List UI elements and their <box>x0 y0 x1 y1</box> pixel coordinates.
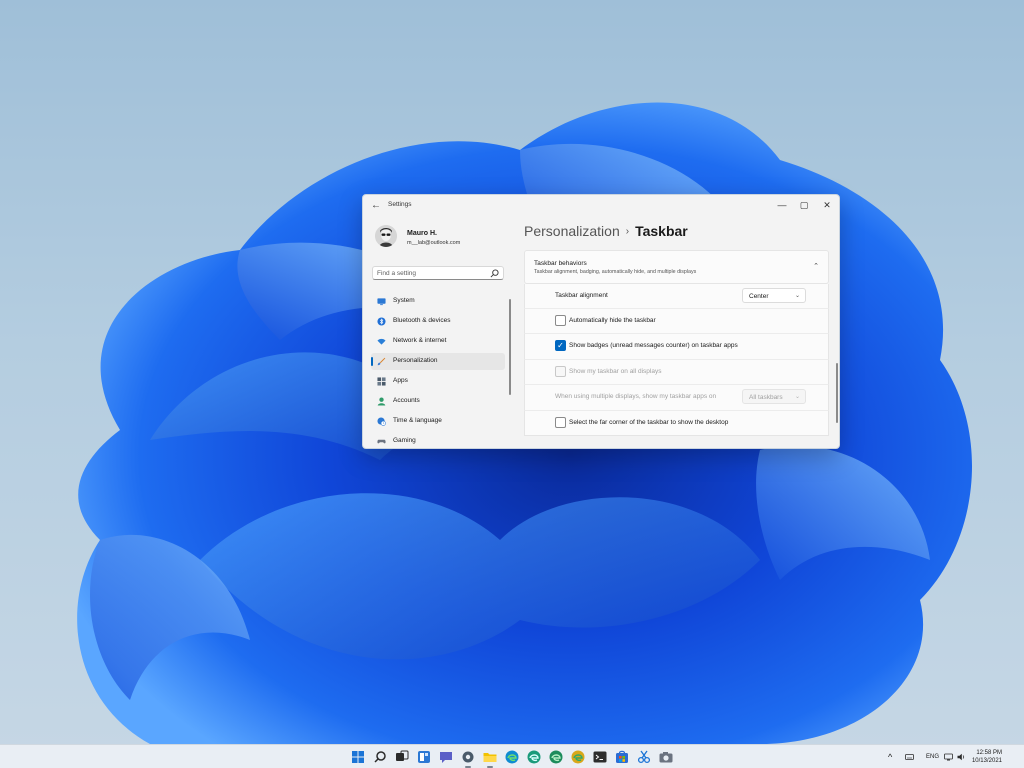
sidebar-item-bluetooth[interactable]: Bluetooth & devices <box>371 313 505 330</box>
title-bar[interactable]: ← Settings — ▢ ✕ <box>363 195 839 217</box>
show-badges-row[interactable]: ✓ Show badges (unread messages counter) … <box>524 334 829 360</box>
language-indicator[interactable]: ENG <box>926 754 939 760</box>
taskbar-alignment-row: Taskbar alignment Center ⌄ <box>524 284 829 309</box>
camera-icon[interactable] <box>658 749 674 765</box>
apps-icon <box>377 377 386 386</box>
taskbar-behaviors-header[interactable]: Taskbar behaviors Taskbar alignment, bad… <box>524 250 829 284</box>
all-displays-label: Show my taskbar on all displays <box>569 368 662 375</box>
widgets-icon[interactable] <box>416 749 432 765</box>
content-scrollbar[interactable] <box>836 363 838 423</box>
sidebar-item-personalization[interactable]: Personalization <box>371 353 505 370</box>
chevron-up-icon[interactable]: ^ <box>888 752 892 762</box>
sidebar-item-label: Network & internet <box>393 337 447 344</box>
edge-dev-icon[interactable] <box>548 749 564 765</box>
auto-hide-row[interactable]: Automatically hide the taskbar <box>524 309 829 334</box>
maximize-button[interactable]: ▢ <box>793 197 815 213</box>
sidebar-scrollbar[interactable] <box>509 299 511 395</box>
sidebar-item-accounts[interactable]: Accounts <box>371 393 505 410</box>
settings-search-box[interactable] <box>372 266 504 280</box>
sidebar-item-apps[interactable]: Apps <box>371 373 505 390</box>
edge-canary-icon[interactable] <box>570 749 586 765</box>
back-arrow-icon[interactable]: ← <box>369 199 383 213</box>
chevron-up-icon[interactable]: ⌃ <box>811 262 821 272</box>
avatar <box>375 225 397 247</box>
sidebar-item-label: Bluetooth & devices <box>393 317 451 324</box>
terminal-icon[interactable] <box>592 749 608 765</box>
sidebar-item-system[interactable]: System <box>371 293 505 310</box>
breadcrumb-separator: › <box>625 226 630 237</box>
globe-clock-icon <box>377 417 386 426</box>
sidebar-item-time-language[interactable]: Time & language <box>371 413 505 430</box>
minimize-button[interactable]: — <box>771 197 793 213</box>
sidebar-item-network[interactable]: Network & internet <box>371 333 505 350</box>
chevron-down-icon: ⌄ <box>794 394 800 400</box>
chat-icon[interactable] <box>438 749 454 765</box>
all-displays-checkbox <box>555 366 566 377</box>
page-title: Taskbar <box>635 223 688 239</box>
search-input[interactable] <box>377 268 487 279</box>
section-subtitle: Taskbar alignment, badging, automaticall… <box>534 269 697 275</box>
settings-icon[interactable] <box>460 749 476 765</box>
person-icon <box>377 397 386 406</box>
sidebar-item-label: Accounts <box>393 397 420 404</box>
far-corner-label: Select the far corner of the taskbar to … <box>569 419 729 426</box>
sidebar-item-label: System <box>393 297 415 304</box>
dropdown-value: All taskbars <box>749 394 783 401</box>
far-corner-row[interactable]: Select the far corner of the taskbar to … <box>524 411 829 436</box>
search-icon[interactable] <box>490 269 499 278</box>
sidebar-item-label: Time & language <box>393 417 442 424</box>
close-button[interactable]: ✕ <box>816 197 838 213</box>
chevron-down-icon: ⌄ <box>794 293 800 299</box>
edge-beta-icon[interactable] <box>526 749 542 765</box>
sidebar-item-label: Personalization <box>393 357 438 364</box>
search-icon[interactable] <box>372 749 388 765</box>
taskbar: ^ ENG 12:58 PM 10/13/2021 <box>0 744 1024 768</box>
settings-window: ← Settings — ▢ ✕ Mauro H. m__lab@outlook… <box>362 194 840 449</box>
monitor-icon <box>377 298 386 306</box>
user-name: Mauro H. <box>407 230 437 237</box>
taskbar-alignment-label: Taskbar alignment <box>555 292 608 299</box>
auto-hide-checkbox[interactable] <box>555 315 566 326</box>
clock-time[interactable]: 12:58 PM <box>974 750 1002 756</box>
clock-date[interactable]: 10/13/2021 <box>970 758 1002 764</box>
sidebar-item-label: Gaming <box>393 437 416 444</box>
bluetooth-icon <box>377 317 386 326</box>
multi-display-row: When using multiple displays, show my ta… <box>524 385 829 411</box>
file-explorer-icon[interactable] <box>482 749 498 765</box>
volume-icon[interactable] <box>957 753 966 761</box>
far-corner-checkbox[interactable] <box>555 417 566 428</box>
store-icon[interactable] <box>614 749 630 765</box>
breadcrumb-parent[interactable]: Personalization <box>524 223 620 239</box>
snipping-icon[interactable] <box>636 749 652 765</box>
task-view-icon[interactable] <box>394 749 410 765</box>
breadcrumb: Personalization › Taskbar <box>524 223 688 239</box>
brush-icon <box>377 357 386 366</box>
wifi-icon <box>377 338 386 345</box>
gamepad-icon <box>377 439 386 444</box>
multi-display-dropdown: All taskbars ⌄ <box>742 389 806 404</box>
sidebar-item-gaming[interactable]: Gaming <box>371 433 505 448</box>
window-title: Settings <box>388 201 412 208</box>
section-title: Taskbar behaviors <box>534 260 587 267</box>
taskbar-alignment-dropdown[interactable]: Center ⌄ <box>742 288 806 303</box>
multi-display-label: When using multiple displays, show my ta… <box>555 393 717 400</box>
selection-indicator <box>371 357 373 366</box>
all-displays-row: Show my taskbar on all displays <box>524 360 829 385</box>
auto-hide-label: Automatically hide the taskbar <box>569 317 656 324</box>
network-icon[interactable] <box>944 753 953 761</box>
show-badges-checkbox[interactable]: ✓ <box>555 340 566 351</box>
user-email: m__lab@outlook.com <box>407 240 461 246</box>
show-badges-label: Show badges (unread messages counter) on… <box>569 342 738 349</box>
dropdown-value: Center <box>749 293 769 300</box>
sidebar-item-label: Apps <box>393 377 408 384</box>
keyboard-icon[interactable] <box>905 753 914 761</box>
user-profile[interactable]: Mauro H. m__lab@outlook.com <box>375 225 515 251</box>
start-icon[interactable] <box>350 749 366 765</box>
edge-icon[interactable] <box>504 749 520 765</box>
